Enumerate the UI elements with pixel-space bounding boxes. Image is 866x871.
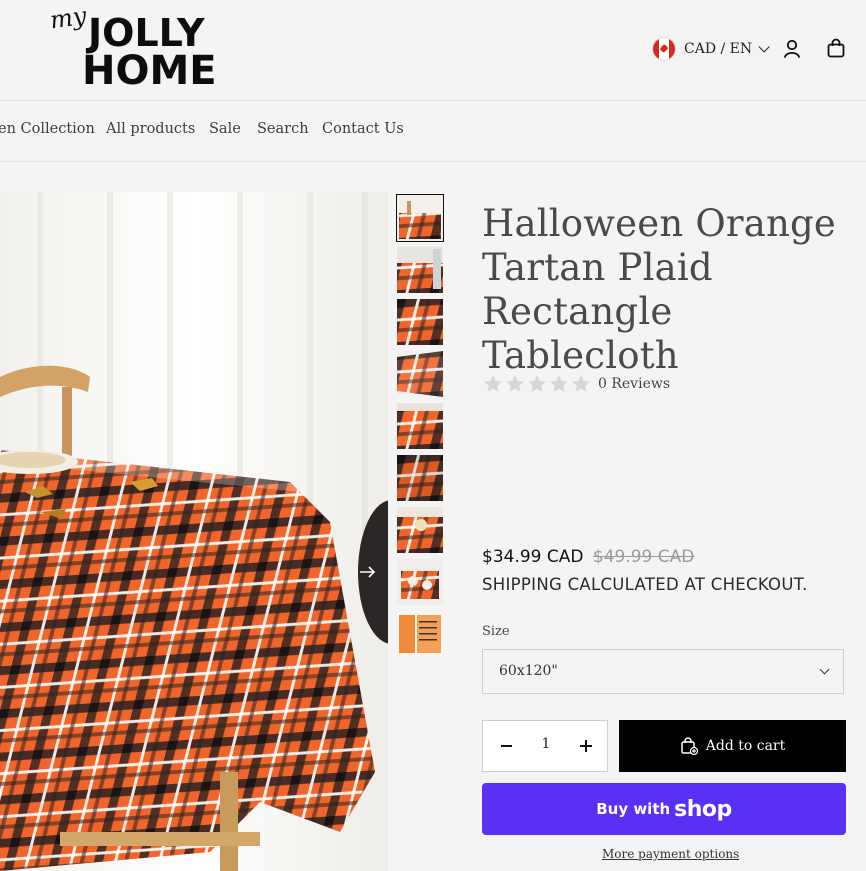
add-to-cart-button[interactable]: Add to cart: [619, 720, 846, 772]
compare-price: $49.99 CAD: [592, 547, 695, 567]
star-icon: [572, 375, 590, 392]
review-count[interactable]: 0 Reviews: [598, 376, 670, 392]
quantity-stepper: 1: [482, 720, 608, 772]
size-selected-value: 60x120": [499, 663, 558, 679]
star-icon: [484, 375, 502, 392]
star-icon: [550, 375, 568, 392]
bag-plus-icon: [681, 737, 698, 755]
nav-item-contact-us[interactable]: Contact Us: [322, 121, 404, 137]
locale-label: CAD / EN: [684, 41, 753, 57]
chevron-down-icon: [819, 664, 830, 675]
buy-with-shop-button[interactable]: Buy with shop: [482, 783, 846, 835]
minus-icon[interactable]: [501, 745, 512, 747]
more-payment-options-link[interactable]: More payment options: [602, 847, 739, 861]
product-main-image[interactable]: [0, 192, 388, 871]
logo-line2: HOME: [82, 48, 217, 94]
chevron-down-icon: [758, 41, 770, 53]
star-icon: [528, 375, 546, 392]
thumbnail-9[interactable]: [397, 611, 443, 657]
shipping-note: SHIPPING CALCULATED AT CHECKOUT.: [482, 575, 808, 594]
thumbnail-6[interactable]: [397, 455, 443, 501]
thumbnail-8[interactable]: [397, 559, 443, 605]
sale-price: $34.99 CAD: [482, 547, 584, 567]
product-rating[interactable]: 0 Reviews: [482, 373, 670, 395]
price-block: $34.99 CAD $49.99 CAD: [482, 547, 694, 567]
size-label: Size: [482, 624, 510, 639]
logo-line1: JOLLY: [88, 11, 205, 55]
thumbnail-1[interactable]: [396, 194, 444, 242]
size-select[interactable]: 60x120": [482, 649, 844, 694]
star-icon: [506, 375, 524, 392]
site-header: my JOLLY HOME CAD / EN: [0, 0, 866, 101]
quantity-input[interactable]: 1: [535, 736, 557, 752]
tablecloth-photo: [0, 192, 388, 871]
logo[interactable]: my JOLLY HOME: [48, 1, 238, 94]
thumbnail-3[interactable]: [397, 299, 443, 345]
thumbnail-5[interactable]: [397, 403, 443, 449]
thumbnail-2[interactable]: [397, 247, 443, 293]
logo-script: my: [48, 1, 89, 35]
shop-logo: shop: [674, 796, 732, 822]
arrow-right-icon[interactable]: [356, 562, 378, 582]
main-navigation: en Collection All products Sale Search C…: [0, 100, 866, 162]
buy-with-label: Buy with: [596, 800, 671, 818]
cart-icon[interactable]: [826, 38, 846, 60]
product-title: Halloween Orange Tartan Plaid Rectangle …: [482, 202, 837, 377]
nav-item-search[interactable]: Search: [257, 121, 309, 137]
account-icon[interactable]: [782, 38, 802, 60]
plus-icon[interactable]: [580, 740, 592, 752]
canada-flag-icon: [652, 37, 676, 61]
thumbnail-7[interactable]: [397, 507, 443, 553]
thumbnail-4[interactable]: [397, 351, 443, 397]
nav-item-sale[interactable]: Sale: [209, 121, 241, 137]
locale-selector[interactable]: CAD / EN: [652, 37, 770, 61]
nav-item-all-products[interactable]: All products: [106, 121, 195, 137]
nav-item-collection[interactable]: en Collection: [0, 121, 95, 137]
add-to-cart-label: Add to cart: [705, 738, 786, 754]
